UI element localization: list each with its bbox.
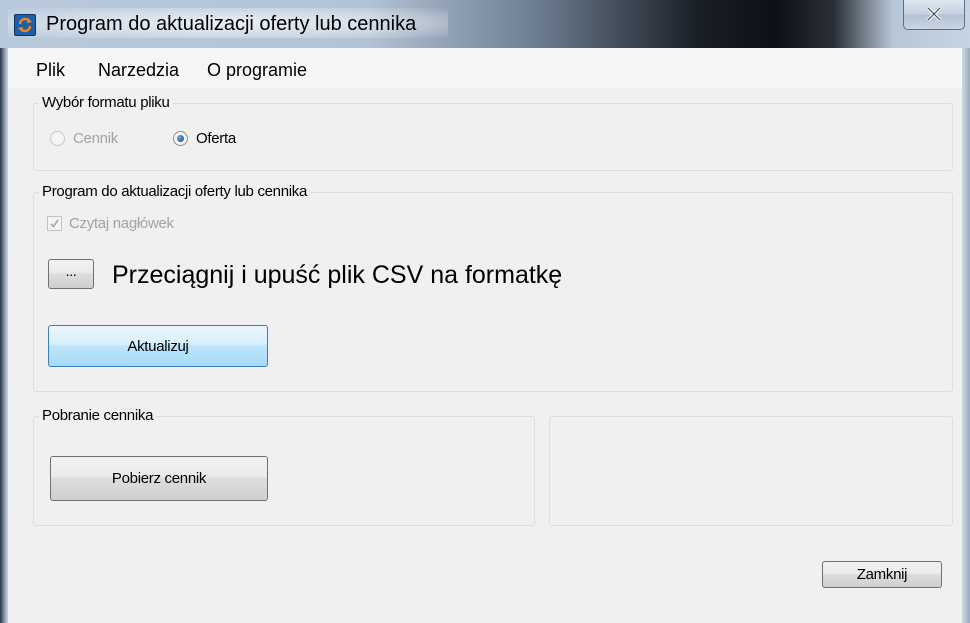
checkmark-icon [50,219,59,228]
drop-hint-text: Przeciągnij i upuść plik CSV na formatkę [112,261,563,289]
radio-cennik-label: Cennik [73,130,118,147]
window-title: Program do aktualizacji oferty lub cenni… [46,13,417,35]
radio-cennik [50,131,65,146]
read-header-checkbox [47,216,62,231]
close-icon [926,7,942,21]
menu-narzedzia[interactable]: Narzedzia [98,60,179,81]
menu-o-programie[interactable]: O programie [207,60,307,81]
window-right-border [962,48,970,623]
radio-oferta[interactable] [173,131,188,146]
update-button[interactable]: Aktualizuj [48,325,268,367]
title-bar: Program do aktualizacji oferty lub cenni… [0,0,970,48]
close-window-button[interactable] [903,0,965,30]
browse-file-button[interactable]: ... [48,259,94,289]
empty-group [549,416,953,526]
app-refresh-icon[interactable] [14,14,36,36]
format-group-legend: Wybór formatu pliku [39,94,173,111]
menu-plik[interactable]: Plik [36,60,65,81]
close-button[interactable]: Zamknij [822,561,942,588]
download-pricelist-button[interactable]: Pobierz cennik [50,456,268,501]
format-group [33,103,953,171]
menu-bar: Plik Narzedzia O programie [8,48,962,88]
update-group-legend: Program do aktualizacji oferty lub cenni… [39,183,311,200]
read-header-label: Czytaj nagłówek [69,215,174,232]
radio-oferta-label[interactable]: Oferta [196,130,236,147]
window-left-border [0,48,8,623]
download-group-legend: Pobranie cennika [39,407,157,424]
